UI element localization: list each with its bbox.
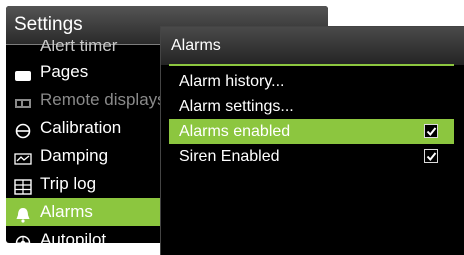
settings-item-label: Calibration xyxy=(40,118,122,137)
settings-title: Settings xyxy=(14,14,83,35)
alarms-enabled-checkbox[interactable] xyxy=(424,124,438,138)
damping-icon xyxy=(14,148,32,165)
settings-item-label: Pages xyxy=(40,62,89,81)
alarm-history-item[interactable]: Alarm history... xyxy=(169,69,454,94)
checkmark-icon xyxy=(426,127,437,137)
siren-enabled-checkbox[interactable] xyxy=(424,149,438,163)
alarms-divider xyxy=(169,64,454,66)
settings-item-label: Alert timer xyxy=(40,40,118,55)
settings-item-label: Trip log xyxy=(40,174,97,193)
siren-enabled-item[interactable]: Siren Enabled xyxy=(169,144,454,169)
settings-item-label: Autopilot xyxy=(40,230,107,243)
siren-enabled-label: Siren Enabled xyxy=(179,148,280,165)
remote-displays-icon xyxy=(14,92,32,108)
settings-item-label: Alarms xyxy=(40,202,93,221)
alarms-dialog: Alarms Alarm history... Alarm settings..… xyxy=(160,26,464,255)
alarm-settings-item[interactable]: Alarm settings... xyxy=(169,94,454,119)
checkmark-icon xyxy=(426,152,437,162)
alarm-history-label: Alarm history... xyxy=(179,73,285,90)
settings-item-label: Damping xyxy=(40,146,109,165)
alarms-title: Alarms xyxy=(171,37,221,54)
alarm-settings-label: Alarm settings... xyxy=(179,98,294,115)
settings-item-label: Remote displays xyxy=(40,90,166,109)
trip-log-icon xyxy=(14,176,32,195)
alarms-header: Alarms xyxy=(161,27,464,65)
alarms-enabled-label: Alarms enabled xyxy=(179,123,291,140)
bell-icon xyxy=(14,204,32,223)
calibration-icon xyxy=(14,120,32,139)
pages-icon xyxy=(14,64,32,81)
alarms-enabled-item[interactable]: Alarms enabled xyxy=(169,119,454,144)
autopilot-icon xyxy=(14,232,32,243)
alarms-list: Alarm history... Alarm settings... Alarm… xyxy=(169,69,454,169)
